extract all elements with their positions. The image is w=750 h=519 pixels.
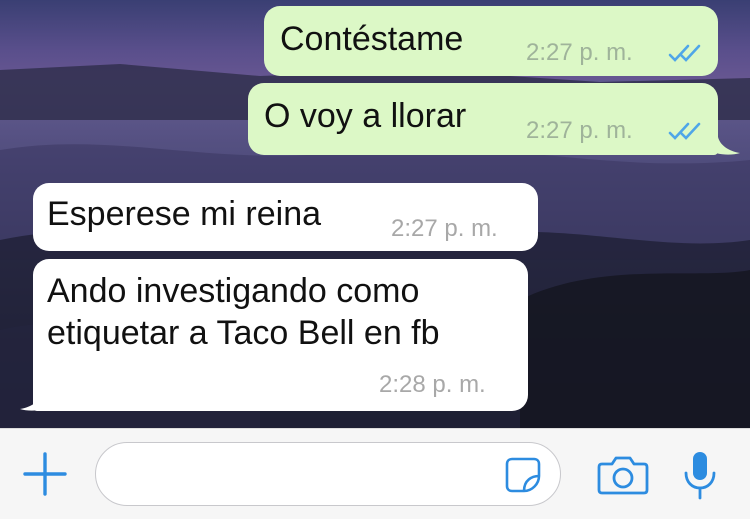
sticker-icon[interactable]	[504, 456, 542, 494]
plus-icon[interactable]	[22, 451, 68, 497]
message-bubble-incoming[interactable]: Ando investigando como etiquetar a Taco …	[33, 259, 528, 411]
read-receipt-icon	[668, 44, 701, 62]
message-text: O voy a llorar	[264, 97, 467, 135]
message-text: Contéstame	[280, 20, 464, 58]
message-text: Ando investigando como etiquetar a Taco …	[47, 272, 440, 352]
bubble-tail-outgoing	[706, 137, 740, 155]
message-time: 2:27 p. m.	[526, 39, 633, 66]
bubble-tail-incoming	[20, 393, 54, 411]
message-time: 2:27 p. m.	[526, 117, 633, 144]
read-receipt-icon	[668, 122, 701, 140]
message-bubble-outgoing[interactable]: O voy a llorar 2:27 p. m.	[248, 83, 718, 155]
microphone-icon[interactable]	[680, 449, 720, 501]
message-input[interactable]	[95, 442, 561, 506]
message-composer	[0, 428, 750, 519]
message-bubble-outgoing[interactable]: Contéstame 2:27 p. m.	[264, 6, 718, 76]
message-time: 2:28 p. m.	[379, 371, 486, 398]
message-time: 2:27 p. m.	[391, 215, 498, 242]
message-bubble-incoming[interactable]: Esperese mi reina 2:27 p. m.	[33, 183, 538, 251]
message-text: Esperese mi reina	[47, 195, 322, 233]
camera-icon[interactable]	[597, 455, 649, 495]
